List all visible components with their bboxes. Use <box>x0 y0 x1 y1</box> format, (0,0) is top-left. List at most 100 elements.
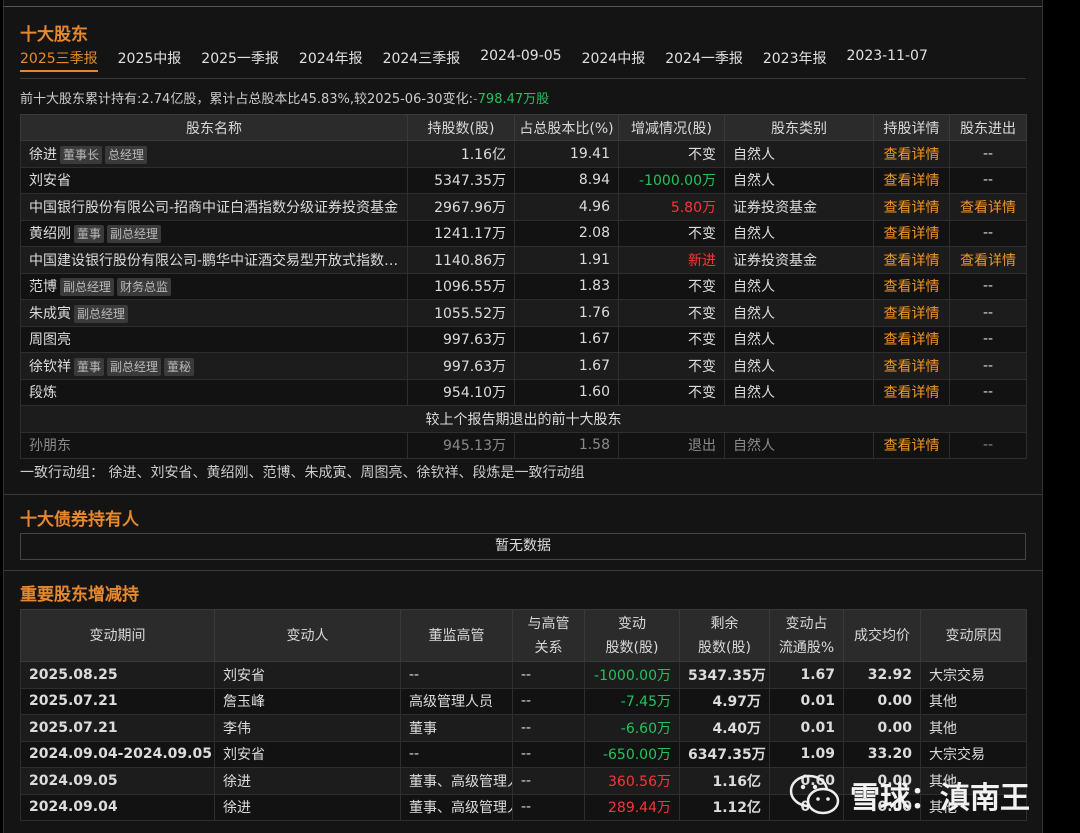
float-pct-cell: 1.09 <box>769 740 844 768</box>
period-cell: 2025.07.21 <box>20 714 215 742</box>
ratio-cell: 1.67 <box>514 325 619 353</box>
shares-cell: 945.13万 <box>407 431 515 459</box>
remaining-shares-cell: 5347.35万 <box>679 661 770 689</box>
in-out-value: -- <box>982 145 994 162</box>
in-out-cell: -- <box>949 272 1027 300</box>
detail-cell: 查看详情 <box>873 352 950 380</box>
period-cell: 2024.09.04-2024.09.05 <box>20 740 215 768</box>
role-cell: 高级管理人员 <box>400 687 513 715</box>
tab-report-period[interactable]: 2025中报 <box>118 48 182 72</box>
ratio-cell: 1.60 <box>514 378 619 406</box>
in-out-cell: -- <box>949 219 1027 247</box>
holder-type-cell: 证券投资基金 <box>724 193 874 221</box>
report-period-tabs: 2025三季报 2025中报 2025一季报 2024年报 2024三季报 2024-09… <box>20 48 948 72</box>
in-out-cell: 查看详情 <box>949 246 1027 274</box>
float-pct-cell: 0.01 <box>769 714 844 742</box>
role-cell: -- <box>400 661 513 689</box>
holder-name: 周图亮 <box>29 332 71 349</box>
in-out-value: -- <box>982 172 994 189</box>
view-detail-link[interactable]: 查看详情 <box>884 226 940 242</box>
summary-text: 前十大股东累计持有:2.74亿股，累计占总股本比45.83%,较2025-06-… <box>20 92 473 107</box>
holder-type-cell: 自然人 <box>724 325 874 353</box>
view-detail-link[interactable]: 查看详情 <box>884 147 940 163</box>
in-out-cell: -- <box>949 140 1027 168</box>
holder-name: 黄绍刚 <box>29 226 71 243</box>
view-detail-link[interactable]: 查看详情 <box>884 200 940 216</box>
change-cell: -1000.00万 <box>618 166 725 194</box>
holder-name: 徐进 <box>29 146 57 163</box>
in-out-cell: -- <box>949 166 1027 194</box>
top-holders-title: 十大股东 <box>20 25 88 45</box>
change-cell: 不变 <box>618 325 725 353</box>
role-tag: 副总经理 <box>107 357 162 376</box>
page-frame: 十大股东 2025三季报 2025中报 2025一季报 2024年报 2024三季报 20… <box>3 0 1043 833</box>
relation-cell: -- <box>512 740 585 768</box>
change-cell: 不变 <box>618 378 725 406</box>
table-row: 朱成寅 副总经理 1055.52万 1.76 不变 自然人 查看详情 -- <box>20 299 1027 327</box>
table-row: 2025.07.21 李伟 董事 -- -6.60万 4.40万 0.01 0.00 其他 <box>20 714 1027 742</box>
holder-type-cell: 证券投资基金 <box>724 246 874 274</box>
in-out-cell: -- <box>949 431 1027 459</box>
no-data-box: 暂无数据 <box>20 533 1026 560</box>
holder-name: 刘安省 <box>29 173 71 190</box>
tab-report-period[interactable]: 2023-11-07 <box>847 48 928 72</box>
tab-report-period[interactable]: 2024中报 <box>582 48 646 72</box>
tab-report-period[interactable]: 2025三季报 <box>20 48 98 72</box>
tab-report-period[interactable]: 2024三季报 <box>383 48 461 72</box>
avg-price-cell: 32.92 <box>843 661 921 689</box>
reason-cell: 大宗交易 <box>920 740 1027 768</box>
holders-summary: 前十大股东累计持有:2.74亿股，累计占总股本比45.83%,较2025-06-… <box>20 88 549 107</box>
tabs-divider <box>20 78 1026 79</box>
delta-shares-cell: -1000.00万 <box>584 661 680 689</box>
view-detail-link[interactable]: 查看详情 <box>884 438 940 454</box>
ratio-cell: 4.96 <box>514 193 619 221</box>
view-detail-link[interactable]: 查看详情 <box>884 306 940 322</box>
column-header: 成交均价 <box>843 609 921 662</box>
column-header: 董监高管 <box>400 609 513 662</box>
holder-name-cell: 段炼 <box>20 378 408 406</box>
view-detail-link[interactable]: 查看详情 <box>884 173 940 189</box>
detail-cell: 查看详情 <box>873 299 950 327</box>
shares-cell: 2967.96万 <box>407 193 515 221</box>
column-header: 股东进出 <box>949 114 1027 141</box>
table-row: 刘安省 5347.35万 8.94 -1000.00万 自然人 查看详情 -- <box>20 166 1027 194</box>
view-detail-link[interactable]: 查看详情 <box>884 385 940 401</box>
delta-shares-cell: 289.44万 <box>584 793 680 821</box>
detail-cell: 查看详情 <box>873 325 950 353</box>
view-detail-link[interactable]: 查看详情 <box>884 359 940 375</box>
tab-report-period[interactable]: 2025一季报 <box>201 48 279 72</box>
in-out-value: -- <box>982 304 994 321</box>
view-in-out-link[interactable]: 查看详情 <box>960 253 1016 269</box>
detail-cell: 查看详情 <box>873 219 950 247</box>
tab-report-period[interactable]: 2024年报 <box>299 48 363 72</box>
view-detail-link[interactable]: 查看详情 <box>884 279 940 295</box>
view-detail-link[interactable]: 查看详情 <box>884 332 940 348</box>
holder-name-cell: 中国银行股份有限公司-招商中证白酒指数分级证券投资基金 <box>20 193 408 221</box>
in-out-value: -- <box>982 278 994 295</box>
remaining-shares-cell: 1.16亿 <box>679 767 770 795</box>
column-header-text: 股数(股) <box>698 639 751 656</box>
float-pct-cell: 1.67 <box>769 661 844 689</box>
view-detail-link[interactable]: 查看详情 <box>884 253 940 269</box>
role-tag: 董秘 <box>164 357 195 376</box>
relation-cell: -- <box>512 687 585 715</box>
ratio-cell: 1.67 <box>514 352 619 380</box>
shares-cell: 954.10万 <box>407 378 515 406</box>
delta-shares-cell: 360.56万 <box>584 767 680 795</box>
holder-name-cell: 黄绍刚 董事 副总经理 <box>20 219 408 247</box>
shares-cell: 1055.52万 <box>407 299 515 327</box>
shares-cell: 997.63万 <box>407 352 515 380</box>
detail-cell: 查看详情 <box>873 193 950 221</box>
tab-report-period[interactable]: 2023年报 <box>763 48 827 72</box>
view-in-out-link[interactable]: 查看详情 <box>960 200 1016 216</box>
column-header-text: 变动占 <box>785 615 828 632</box>
person-cell: 詹玉峰 <box>214 687 401 715</box>
period-cell: 2025.08.25 <box>20 661 215 689</box>
tab-report-period[interactable]: 2024一季报 <box>665 48 743 72</box>
tab-report-period[interactable]: 2024-09-05 <box>480 48 561 72</box>
role-tag: 董事 <box>74 225 105 244</box>
in-out-value: -- <box>982 225 994 242</box>
relation-cell: -- <box>512 767 585 795</box>
holder-type-cell: 自然人 <box>724 431 874 459</box>
concert-party-note: 一致行动组： 徐进、刘安省、黄绍刚、范博、朱成寅、周图亮、徐钦祥、段炼是一致行动… <box>20 465 585 481</box>
